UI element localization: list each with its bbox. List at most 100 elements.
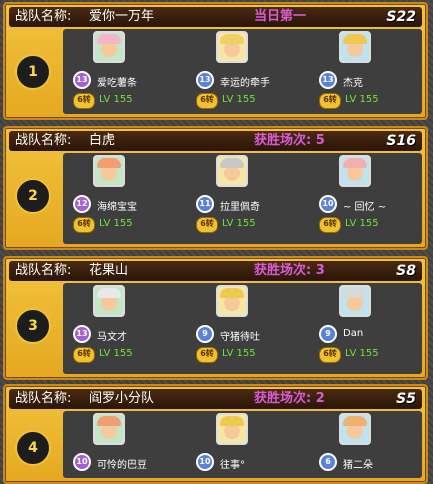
avatar-hair-icon: [97, 416, 121, 426]
rebirth-star-icon: 6转: [319, 217, 341, 233]
avatar-hair-icon: [220, 34, 244, 44]
team-member[interactable]: 13 幸运的牵手 6转 LV 155: [196, 29, 326, 114]
rebirth-star-icon: 6转: [319, 347, 341, 363]
rebirth-star-icon: 6转: [196, 217, 218, 233]
level-badge-icon: 13: [73, 325, 91, 343]
avatar[interactable]: [216, 155, 248, 187]
team-header: 战队名称: 爱你一万年 当日第一 S22: [9, 7, 422, 27]
avatar-hair-icon: [220, 288, 244, 298]
team-header: 战队名称: 花果山 获胜场次: 3 S8: [9, 261, 422, 281]
member-name: ~ 回忆 ~: [343, 202, 387, 213]
avatar-hair-icon: [343, 416, 367, 426]
member-level: LV 155: [345, 348, 379, 359]
avatar-hair-icon: [343, 288, 367, 298]
level-badge-icon: 12: [73, 195, 91, 213]
member-level: LV 155: [222, 348, 256, 359]
avatar[interactable]: [93, 285, 125, 317]
avatar[interactable]: [216, 285, 248, 317]
avatar[interactable]: [339, 155, 371, 187]
team-name-label: 战队名称:: [15, 391, 72, 406]
rank-badge: 2: [15, 178, 51, 214]
member-level: LV 155: [99, 94, 133, 105]
team-card-1[interactable]: 战队名称: 爱你一万年 当日第一 S22 1 13 爱吃薯条 6转 LV 155 13 幸运的牵手 6…: [3, 2, 428, 120]
level-badge-icon: 11: [196, 195, 214, 213]
rebirth-star-icon: 6转: [319, 93, 341, 109]
member-level: LV 155: [99, 348, 133, 359]
team-member[interactable]: 10 可怜的巴豆: [73, 411, 203, 478]
avatar[interactable]: [339, 413, 371, 445]
avatar[interactable]: [93, 155, 125, 187]
team-name: 阎罗小分队: [89, 391, 155, 406]
level-badge-icon: 10: [196, 453, 214, 471]
member-name: 守猪待吐: [220, 332, 260, 343]
team-name: 爱你一万年: [89, 9, 155, 24]
team-member[interactable]: 11 拉里佩奇 6转 LV 155: [196, 153, 326, 244]
team-member[interactable]: 6 猪二朵: [319, 411, 433, 478]
team-card-3[interactable]: 战队名称: 花果山 获胜场次: 3 S8 3 13 马文才 6转 LV 155 9 守猪待吐 6转 LV…: [3, 256, 428, 380]
server-tag: S8: [396, 263, 416, 279]
member-name: 爱吃薯条: [97, 78, 137, 89]
team-member[interactable]: 9 Dan 6转 LV 155: [319, 283, 433, 374]
members-panel: 13 马文才 6转 LV 155 9 守猪待吐 6转 LV 155 9 Dan 6转 LV 155: [63, 283, 422, 374]
level-badge-icon: 6: [319, 453, 337, 471]
member-name: 杰克: [343, 78, 363, 89]
team-member[interactable]: 10 往事°: [196, 411, 326, 478]
level-badge-icon: 10: [73, 453, 91, 471]
server-tag: S22: [386, 9, 416, 25]
team-name-label: 战队名称:: [15, 9, 72, 24]
avatar[interactable]: [216, 31, 248, 63]
team-name: 白虎: [89, 133, 116, 148]
member-name: 猪二朵: [343, 460, 373, 471]
team-name: 花果山: [89, 263, 129, 278]
level-badge-icon: 9: [196, 325, 214, 343]
level-badge-icon: 13: [73, 71, 91, 89]
member-name: 拉里佩奇: [220, 202, 260, 213]
avatar-hair-icon: [220, 416, 244, 426]
team-name-label: 战队名称:: [15, 263, 72, 278]
members-panel: 10 可怜的巴豆 10 往事° 6 猪二朵: [63, 411, 422, 478]
server-tag: S5: [396, 391, 416, 407]
team-member[interactable]: 13 爱吃薯条 6转 LV 155: [73, 29, 203, 114]
level-badge-icon: 9: [319, 325, 337, 343]
team-status: 当日第一: [254, 9, 307, 24]
level-badge-icon: 13: [319, 71, 337, 89]
avatar-hair-icon: [97, 288, 121, 298]
member-level: LV 155: [222, 94, 256, 105]
avatar[interactable]: [93, 413, 125, 445]
members-panel: 12 海绵宝宝 6转 LV 155 11 拉里佩奇 6转 LV 155 10 ~ 回忆 ~6转 LV…: [63, 153, 422, 244]
member-name: 幸运的牵手: [220, 78, 270, 89]
avatar-hair-icon: [97, 34, 121, 44]
rank-badge: 1: [15, 54, 51, 90]
team-member[interactable]: 12 海绵宝宝 6转 LV 155: [73, 153, 203, 244]
ranking-board: 战队名称: 爱你一万年 当日第一 S22 1 13 爱吃薯条 6转 LV 155 13 幸运的牵手 6…: [0, 0, 433, 484]
team-member[interactable]: 13 杰克 6转 LV 155: [319, 29, 433, 114]
avatar[interactable]: [216, 413, 248, 445]
level-badge-icon: 10: [319, 195, 337, 213]
team-header: 战队名称: 阎罗小分队 获胜场次: 2 S5: [9, 389, 422, 409]
member-name: Dan: [343, 328, 364, 339]
avatar-hair-icon: [343, 34, 367, 44]
team-card-2[interactable]: 战队名称: 白虎 获胜场次: 5 S16 2 12 海绵宝宝 6转 LV 155 11 拉里佩奇 6转…: [3, 126, 428, 250]
server-tag: S16: [386, 133, 416, 149]
team-member[interactable]: 9 守猪待吐 6转 LV 155: [196, 283, 326, 374]
avatar[interactable]: [93, 31, 125, 63]
rebirth-star-icon: 6转: [73, 93, 95, 109]
avatar-hair-icon: [220, 158, 244, 168]
members-panel: 13 爱吃薯条 6转 LV 155 13 幸运的牵手 6转 LV 155 13 杰克 6转 LV 15…: [63, 29, 422, 114]
avatar[interactable]: [339, 31, 371, 63]
avatar[interactable]: [339, 285, 371, 317]
team-status: 获胜场次: 3: [254, 263, 325, 278]
team-header: 战队名称: 白虎 获胜场次: 5 S16: [9, 131, 422, 151]
team-name-label: 战队名称:: [15, 133, 72, 148]
member-name: 马文才: [97, 332, 127, 343]
rank-badge: 4: [15, 430, 51, 466]
team-member[interactable]: 13 马文才 6转 LV 155: [73, 283, 203, 374]
member-level: LV 155: [99, 218, 133, 229]
rebirth-star-icon: 6转: [196, 347, 218, 363]
avatar-hair-icon: [343, 158, 367, 168]
team-member[interactable]: 10 ~ 回忆 ~6转 LV 155: [319, 153, 433, 244]
member-level: LV 155: [345, 218, 379, 229]
team-card-4[interactable]: 战队名称: 阎罗小分队 获胜场次: 2 S5 4 10 可怜的巴豆 10 往事° 6 猪二朵: [3, 384, 428, 484]
member-level: LV 155: [222, 218, 256, 229]
member-name: 海绵宝宝: [97, 202, 137, 213]
